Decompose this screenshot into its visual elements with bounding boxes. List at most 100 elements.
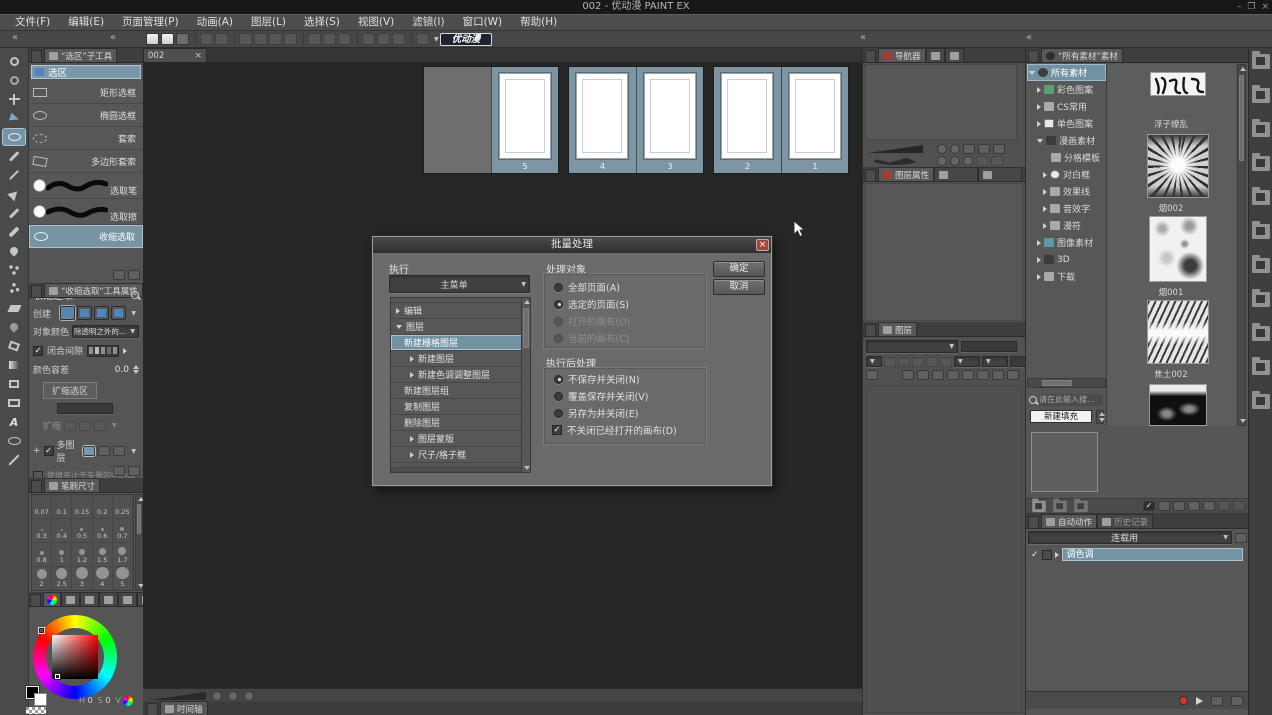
- menu-help[interactable]: 帮助(H): [511, 15, 566, 30]
- gear-icon[interactable]: [113, 466, 125, 476]
- tree-item[interactable]: 复制图层: [391, 399, 530, 415]
- library-folder-icon[interactable]: [1252, 88, 1270, 103]
- library-folder-icon[interactable]: [1252, 54, 1270, 69]
- scale-selection-box[interactable]: 扩缩选区: [43, 382, 97, 399]
- frame-border-tool-icon[interactable]: [3, 395, 25, 411]
- page-thumbnail[interactable]: 1: [781, 67, 848, 173]
- nav-fit-icon[interactable]: [963, 144, 975, 154]
- panel-stub[interactable]: [1028, 50, 1039, 62]
- hue-cursor[interactable]: [39, 628, 44, 633]
- save-file-icon[interactable]: [176, 33, 189, 45]
- ok-button[interactable]: 确定: [713, 261, 765, 277]
- deselect-icon[interactable]: [239, 33, 252, 45]
- record-action-icon[interactable]: [1179, 696, 1188, 705]
- library-folder-icon[interactable]: [1252, 360, 1270, 375]
- scale-type-2-icon[interactable]: [79, 421, 91, 431]
- tree-item[interactable]: 删除图层: [391, 415, 530, 431]
- panel-stub[interactable]: [30, 594, 41, 606]
- subtool-item-lasso[interactable]: 套索: [29, 127, 143, 150]
- nav-rotate-left-icon[interactable]: [937, 156, 947, 166]
- invert-selection-icon[interactable]: [269, 33, 282, 45]
- navigator-tab[interactable]: 导航器: [878, 48, 926, 62]
- material-tag-scroll[interactable]: [1096, 410, 1104, 424]
- nav-rotate-right-icon[interactable]: [950, 156, 960, 166]
- panel-stub[interactable]: [31, 285, 42, 297]
- paste-material-icon[interactable]: [1218, 501, 1230, 511]
- lock-transparent-icon[interactable]: [912, 357, 924, 367]
- tree-item[interactable]: 图层: [391, 319, 530, 335]
- nav-flip-h-icon[interactable]: [978, 144, 990, 154]
- apply-mask-icon[interactable]: [992, 370, 1004, 380]
- figure-tool-icon[interactable]: [3, 376, 25, 392]
- balloon-tool-icon[interactable]: [3, 433, 25, 449]
- panel-stub[interactable]: [865, 50, 876, 62]
- close-gap-expand-icon[interactable]: [123, 348, 127, 354]
- search-subtool-icon[interactable]: [131, 291, 139, 299]
- zoom-tool-icon[interactable]: [3, 53, 25, 69]
- subview-tab[interactable]: [926, 48, 945, 62]
- eyedropper-tool-icon[interactable]: [3, 167, 25, 183]
- delete-material-icon[interactable]: [1233, 501, 1245, 511]
- open-file-icon[interactable]: [161, 33, 174, 45]
- auto-action-row[interactable]: ✓ 调色调: [1028, 547, 1247, 562]
- panel-stub[interactable]: [147, 703, 158, 715]
- library-folder-icon[interactable]: [1252, 190, 1270, 205]
- radio-all-pages[interactable]: 全部页面(A): [554, 281, 620, 293]
- material-thumb-smoke-002[interactable]: [1147, 134, 1209, 198]
- radio-save-as-close[interactable]: 另存为并关闭(E): [554, 407, 638, 419]
- brush-size-cell[interactable]: 0.6: [93, 519, 113, 543]
- material-tree-sound-text[interactable]: 音效字: [1027, 200, 1106, 217]
- selection-mode-new-icon[interactable]: [60, 306, 75, 320]
- brush-tool-icon[interactable]: [3, 224, 25, 240]
- eraser-tool-icon[interactable]: [3, 300, 25, 316]
- selection-mode-add-icon[interactable]: [77, 306, 92, 320]
- material-tree-mono-pattern[interactable]: 单色图案: [1027, 115, 1106, 132]
- background-color-swatch[interactable]: [34, 693, 47, 706]
- nav-reset-rotate-icon[interactable]: [963, 156, 973, 166]
- ref-all-layers-icon[interactable]: [83, 446, 95, 456]
- reselect-icon[interactable]: [254, 33, 267, 45]
- menu-select[interactable]: 选择(S): [295, 15, 349, 30]
- radio-current-canvas[interactable]: 当前的画布(C): [554, 332, 630, 344]
- sv-cursor[interactable]: [55, 674, 60, 679]
- panel-stub[interactable]: [865, 169, 876, 181]
- brush-size-cell[interactable]: 0.15: [72, 495, 92, 519]
- gradient-tool-icon[interactable]: [3, 357, 25, 373]
- material-tree-balloon[interactable]: 对白框: [1027, 166, 1106, 183]
- zoom-slider[interactable]: [151, 692, 206, 700]
- menu-source-dropdown[interactable]: 主菜单▼: [389, 275, 530, 293]
- library-folder-icon[interactable]: [1252, 394, 1270, 409]
- nav-zoom-out-icon[interactable]: [937, 144, 947, 154]
- tree-item[interactable]: 新建色调调整图层: [391, 367, 530, 383]
- ruler-show-icon[interactable]: [940, 357, 952, 367]
- material-tree-color-pattern[interactable]: 彩色图案: [1027, 81, 1106, 98]
- transparent-color-swatch[interactable]: [26, 707, 46, 714]
- layers-tab[interactable]: 图层: [878, 322, 917, 336]
- menu-animation[interactable]: 动画(A): [188, 15, 242, 30]
- saturation-value-square[interactable]: [52, 635, 98, 679]
- page-thumbnail[interactable]: 3: [636, 67, 703, 173]
- fit-to-screen-icon[interactable]: [244, 691, 254, 701]
- color-set-tab[interactable]: [80, 592, 99, 606]
- snap-special-icon[interactable]: [377, 33, 390, 45]
- material-tree-effect-line[interactable]: 效果线: [1027, 183, 1106, 200]
- subtool-item-ellipse[interactable]: 椭圆选框: [29, 104, 143, 127]
- menu-edit[interactable]: 编辑(E): [59, 15, 113, 30]
- delete-subtool-icon[interactable]: [128, 270, 140, 280]
- brush-size-cell[interactable]: 0.2: [93, 495, 113, 519]
- operation-tool-icon[interactable]: [3, 110, 25, 126]
- undo-icon[interactable]: [200, 33, 213, 45]
- new-vector-layer-icon[interactable]: [917, 370, 929, 380]
- action-enabled-check[interactable]: ✓: [1031, 550, 1039, 560]
- transfer-layer-icon[interactable]: [947, 370, 959, 380]
- brush-size-cell[interactable]: 0.4: [52, 519, 72, 543]
- dialog-close-icon[interactable]: ×: [756, 239, 769, 251]
- library-folder-icon[interactable]: [1252, 258, 1270, 273]
- approx-color-tab[interactable]: [118, 592, 137, 606]
- window-close-icon[interactable]: ×: [1261, 1, 1269, 13]
- brush-size-cell[interactable]: 1: [52, 543, 72, 567]
- page-thumbnail[interactable]: 5: [491, 67, 558, 173]
- brush-size-cell[interactable]: 2.5: [52, 567, 72, 591]
- menu-layer[interactable]: 图层(L): [242, 15, 295, 30]
- brush-size-cell[interactable]: 0.5: [72, 519, 92, 543]
